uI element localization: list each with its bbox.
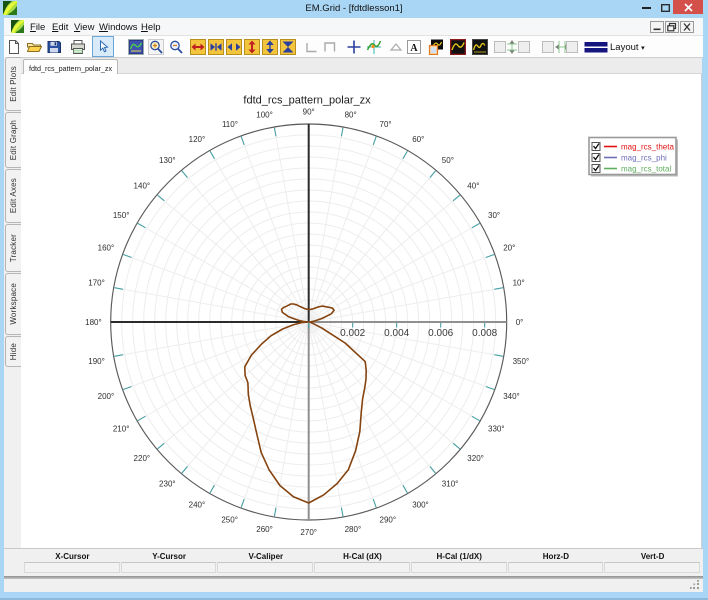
svg-text:120°: 120° <box>189 135 206 144</box>
svg-text:70°: 70° <box>380 120 392 129</box>
svg-text:340°: 340° <box>503 392 520 401</box>
svg-text:320°: 320° <box>467 454 484 463</box>
svg-text:290°: 290° <box>380 516 397 525</box>
svg-text:280°: 280° <box>345 525 362 534</box>
svg-text:0.008: 0.008 <box>472 328 497 339</box>
svg-text:mag_rcs_theta: mag_rcs_theta <box>621 143 674 152</box>
svg-text:mag_rcs_total: mag_rcs_total <box>621 165 671 174</box>
svg-text:150°: 150° <box>113 211 130 220</box>
svg-text:fdtd_rcs_pattern_polar_zx: fdtd_rcs_pattern_polar_zx <box>243 95 371 107</box>
svg-text:0.002: 0.002 <box>340 328 365 339</box>
svg-text:160°: 160° <box>98 244 115 253</box>
svg-text:220°: 220° <box>134 454 151 463</box>
svg-text:90°: 90° <box>303 108 315 117</box>
svg-text:230°: 230° <box>159 480 176 489</box>
svg-text:110°: 110° <box>222 120 238 129</box>
svg-text:0.006: 0.006 <box>428 328 453 339</box>
svg-text:50°: 50° <box>442 156 454 165</box>
svg-text:mag_rcs_phi: mag_rcs_phi <box>621 154 667 163</box>
svg-text:330°: 330° <box>488 425 505 434</box>
svg-text:310°: 310° <box>442 480 459 489</box>
svg-text:20°: 20° <box>503 244 515 253</box>
svg-text:270°: 270° <box>300 528 317 537</box>
svg-text:250°: 250° <box>221 516 238 525</box>
svg-text:100°: 100° <box>256 111 273 120</box>
svg-text:210°: 210° <box>113 425 130 434</box>
svg-text:60°: 60° <box>412 135 424 144</box>
svg-text:200°: 200° <box>98 392 115 401</box>
svg-text:80°: 80° <box>345 111 357 120</box>
svg-text:0°: 0° <box>516 318 524 327</box>
svg-text:350°: 350° <box>513 357 530 366</box>
svg-text:40°: 40° <box>467 181 479 190</box>
svg-text:300°: 300° <box>412 500 429 509</box>
svg-text:260°: 260° <box>256 525 273 534</box>
svg-text:0.004: 0.004 <box>384 328 409 339</box>
svg-text:180°: 180° <box>85 318 102 327</box>
svg-text:140°: 140° <box>134 181 151 190</box>
svg-text:10°: 10° <box>513 279 525 288</box>
svg-text:170°: 170° <box>88 279 105 288</box>
svg-text:240°: 240° <box>189 500 206 509</box>
svg-text:30°: 30° <box>488 211 500 220</box>
svg-text:130°: 130° <box>159 156 176 165</box>
svg-text:190°: 190° <box>88 357 105 366</box>
